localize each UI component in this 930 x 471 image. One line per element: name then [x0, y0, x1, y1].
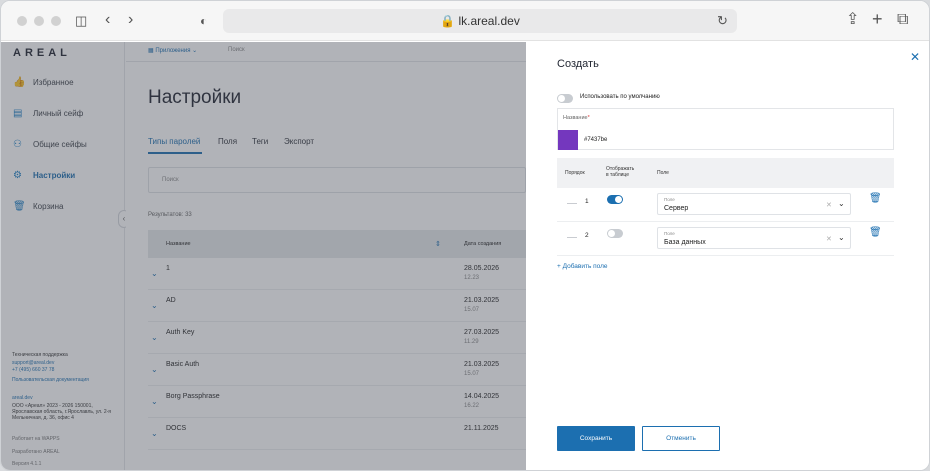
- modal-backdrop[interactable]: [1, 42, 526, 470]
- sidebar-toggle-icon[interactable]: ◫: [75, 13, 87, 29]
- save-button[interactable]: Сохранить: [557, 426, 635, 451]
- reload-icon[interactable]: ↻: [717, 13, 728, 29]
- fields-table-header: Порядок Отображать в таблице Поле: [557, 158, 894, 188]
- chevron-down-icon[interactable]: ⌄: [838, 233, 845, 242]
- field-header: Поле: [657, 170, 669, 176]
- lock-icon: 🔒: [440, 14, 456, 28]
- show-in-table-header: Отображать в таблице: [606, 166, 635, 178]
- tabs-overview-icon[interactable]: ⧉: [897, 12, 908, 28]
- share-icon[interactable]: ⇪: [846, 12, 859, 28]
- window-zoom-button[interactable]: [51, 16, 61, 26]
- close-icon[interactable]: ✕: [910, 50, 920, 64]
- delete-field-icon[interactable]: 🗑: [869, 227, 882, 238]
- show-in-table-toggle[interactable]: [607, 195, 623, 204]
- name-label: Название*: [563, 115, 590, 121]
- privacy-shield-icon[interactable]: ◐: [200, 13, 207, 29]
- window-minimize-button[interactable]: [34, 16, 44, 26]
- order-header: Порядок: [565, 170, 585, 176]
- cancel-button[interactable]: Отменить: [642, 426, 720, 451]
- back-icon[interactable]: ‹: [105, 12, 110, 28]
- color-swatch[interactable]: [558, 130, 578, 150]
- forward-icon[interactable]: ›: [128, 12, 133, 28]
- plus-icon: +: [557, 263, 561, 270]
- color-hex-value[interactable]: #7437be: [584, 137, 607, 143]
- delete-field-icon[interactable]: 🗑: [869, 193, 882, 204]
- url-text: lk.areal.dev: [458, 14, 520, 28]
- panel-title: Создать: [557, 58, 599, 70]
- clear-icon[interactable]: ✕: [826, 201, 832, 209]
- new-tab-icon[interactable]: +: [872, 10, 883, 28]
- add-field-button[interactable]: + Добавить поле: [557, 263, 608, 270]
- field-select[interactable]: Поле База данных ✕ ⌄: [657, 227, 851, 249]
- create-panel: ✕ Создать Использовать по умолчанию Назв…: [526, 42, 929, 470]
- default-toggle[interactable]: [557, 94, 573, 103]
- show-in-table-toggle[interactable]: [607, 229, 623, 238]
- name-field[interactable]: Название* #7437be: [557, 108, 894, 150]
- chevron-down-icon[interactable]: ⌄: [838, 199, 845, 208]
- window-close-button[interactable]: [17, 16, 27, 26]
- field-row: 1 Поле Сервер ✕ ⌄ 🗑: [557, 188, 894, 222]
- field-select[interactable]: Поле Сервер ✕ ⌄: [657, 193, 851, 215]
- browser-window: ◫ ‹ › ◐ 🔒 lk.areal.dev ↻ ⇪ + ⧉ AREAL 👍 Из…: [0, 0, 930, 471]
- browser-toolbar: ◫ ‹ › ◐ 🔒 lk.areal.dev ↻ ⇪ + ⧉: [1, 1, 929, 41]
- clear-icon[interactable]: ✕: [826, 235, 832, 243]
- field-row: 2 Поле База данных ✕ ⌄ 🗑: [557, 222, 894, 256]
- default-toggle-label: Использовать по умолчанию: [580, 94, 660, 100]
- address-bar[interactable]: 🔒 lk.areal.dev ↻: [223, 9, 737, 33]
- drag-handle-icon[interactable]: [567, 237, 577, 238]
- drag-handle-icon[interactable]: [567, 203, 577, 204]
